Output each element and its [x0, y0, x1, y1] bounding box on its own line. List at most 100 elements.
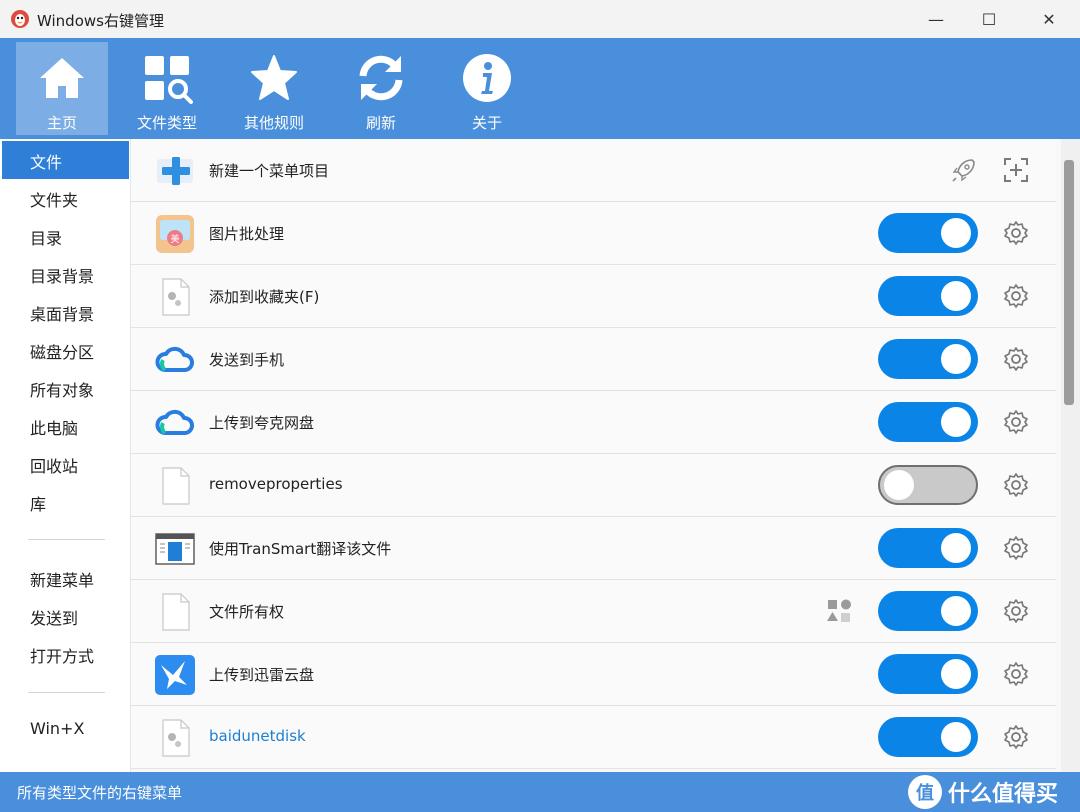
add-plus-icon [157, 157, 193, 185]
blank-file-icon [162, 593, 190, 631]
gear-icon[interactable] [1003, 598, 1029, 624]
sidebar: 文件 文件夹 目录 目录背景 桌面背景 磁盘分区 所有对象 此电脑 回收站 库 … [0, 139, 131, 772]
menu-item-row: 上传到迅雷云盘 [131, 643, 1056, 706]
shapes-icon[interactable] [825, 597, 853, 625]
sidebar-item-send-to[interactable]: 发送到 [0, 597, 130, 635]
app-logo-icon [11, 10, 29, 28]
new-menu-item-row[interactable]: 新建一个菜单项目 [131, 139, 1056, 202]
title-bar: Windows右键管理 — ☐ ✕ [0, 0, 1080, 39]
row-label: removeproperties [209, 475, 343, 493]
sidebar-item-label: 打开方式 [30, 647, 95, 666]
sidebar-item-label: 文件 [30, 153, 63, 172]
svg-text:美: 美 [170, 233, 179, 245]
minimize-button[interactable]: — [910, 0, 962, 38]
gear-icon[interactable] [1003, 283, 1029, 309]
status-text: 所有类型文件的右键菜单 [17, 784, 183, 802]
status-bar: 所有类型文件的右键菜单 值 什么值得买 [0, 772, 1080, 812]
enable-toggle[interactable] [878, 591, 978, 631]
toolbar-other-rules-button[interactable]: 其他规则 [228, 42, 320, 135]
enable-toggle[interactable] [878, 402, 978, 442]
toolbar-file-type-button[interactable]: 文件类型 [121, 42, 213, 135]
toolbar-refresh-label: 刷新 [365, 114, 396, 132]
toolbar-about-label: 关于 [471, 114, 502, 132]
close-button[interactable]: ✕ [1023, 0, 1075, 38]
row-label: 新建一个菜单项目 [209, 162, 330, 180]
watermark: 值 什么值得买 [908, 774, 1058, 810]
sidebar-item-label: 目录 [30, 229, 63, 248]
enable-toggle[interactable] [878, 213, 978, 253]
menu-item-row: 文件所有权 [131, 580, 1056, 643]
sidebar-item-this-pc[interactable]: 此电脑 [0, 407, 130, 445]
sidebar-item-label: 回收站 [30, 457, 79, 476]
watermark-logo-icon: 值 [908, 775, 942, 809]
toolbar-about-button[interactable]: 关于 [441, 42, 533, 135]
sidebar-item-recycle-bin[interactable]: 回收站 [0, 445, 130, 483]
toolbar-home-button[interactable]: 主页 [16, 42, 108, 135]
sidebar-divider [28, 692, 105, 693]
toggle-knob [884, 470, 914, 500]
thunder-bird-icon [155, 655, 195, 695]
rocket-icon[interactable] [950, 156, 978, 184]
sidebar-item-label: Win+X [30, 719, 85, 738]
row-label: 图片批处理 [209, 225, 285, 243]
enable-toggle[interactable] [878, 528, 978, 568]
sidebar-item-disk-partition[interactable]: 磁盘分区 [0, 331, 130, 369]
toolbar-refresh-button[interactable]: 刷新 [335, 42, 427, 135]
row-label: 添加到收藏夹(F) [209, 288, 320, 306]
blank-file-icon [162, 467, 190, 505]
toolbar-file-type-label: 文件类型 [136, 114, 197, 132]
sidebar-item-label: 文件夹 [30, 191, 79, 210]
settings-file-icon [162, 278, 190, 316]
gear-icon[interactable] [1003, 472, 1029, 498]
toolbar-home-label: 主页 [46, 114, 77, 132]
row-label: 上传到迅雷云盘 [209, 666, 315, 684]
refresh-icon [359, 55, 403, 101]
enable-toggle[interactable] [878, 717, 978, 757]
maximize-button[interactable]: ☐ [963, 0, 1015, 38]
toolbar-other-rules-label: 其他规则 [243, 114, 304, 132]
gear-icon[interactable] [1003, 724, 1029, 750]
row-label: 上传到夸克网盘 [209, 414, 315, 432]
enable-toggle[interactable] [878, 654, 978, 694]
gear-icon[interactable] [1003, 346, 1029, 372]
gear-icon[interactable] [1003, 661, 1029, 687]
transmart-icon [155, 533, 195, 565]
enable-toggle[interactable] [878, 339, 978, 379]
sidebar-item-label: 此电脑 [30, 419, 79, 438]
home-icon [40, 58, 84, 98]
sidebar-item-label: 目录背景 [30, 267, 95, 286]
toggle-knob [941, 722, 971, 752]
enable-toggle[interactable] [878, 465, 978, 505]
gear-icon[interactable] [1003, 535, 1029, 561]
cloud-icon [155, 346, 194, 372]
sidebar-item-desktop-background[interactable]: 桌面背景 [0, 293, 130, 331]
sidebar-item-directory[interactable]: 目录 [0, 217, 130, 255]
sidebar-item-library[interactable]: 库 [0, 483, 130, 521]
toggle-knob [941, 533, 971, 563]
gear-icon[interactable] [1003, 220, 1029, 246]
photo-batch-icon: 美 [156, 215, 194, 253]
info-icon [463, 54, 511, 102]
enable-toggle[interactable] [878, 276, 978, 316]
add-frame-icon[interactable] [1002, 156, 1030, 184]
gear-icon[interactable] [1003, 409, 1029, 435]
star-icon [251, 55, 297, 100]
menu-item-row: 添加到收藏夹(F) [131, 265, 1056, 328]
menu-item-row: baidunetdisk [131, 706, 1056, 769]
sidebar-item-label: 磁盘分区 [30, 343, 95, 362]
sidebar-item-open-with[interactable]: 打开方式 [0, 635, 130, 673]
toggle-knob [941, 344, 971, 374]
menu-item-row: 上传到夸克网盘 [131, 391, 1056, 454]
sidebar-item-folder[interactable]: 文件夹 [0, 179, 130, 217]
sidebar-item-new-menu[interactable]: 新建菜单 [0, 559, 130, 597]
sidebar-item-file[interactable]: 文件 [2, 141, 129, 179]
sidebar-item-label: 新建菜单 [30, 571, 95, 590]
sidebar-item-all-objects[interactable]: 所有对象 [0, 369, 130, 407]
scrollbar-thumb[interactable] [1064, 160, 1074, 405]
sidebar-item-directory-background[interactable]: 目录背景 [0, 255, 130, 293]
toolbar: 主页 文件类型 其他规则 刷新 关于 [0, 38, 1080, 139]
sidebar-item-win-x[interactable]: Win+X [0, 711, 130, 749]
toggle-knob [941, 407, 971, 437]
sidebar-item-label: 发送到 [30, 609, 79, 628]
toggle-knob [941, 218, 971, 248]
